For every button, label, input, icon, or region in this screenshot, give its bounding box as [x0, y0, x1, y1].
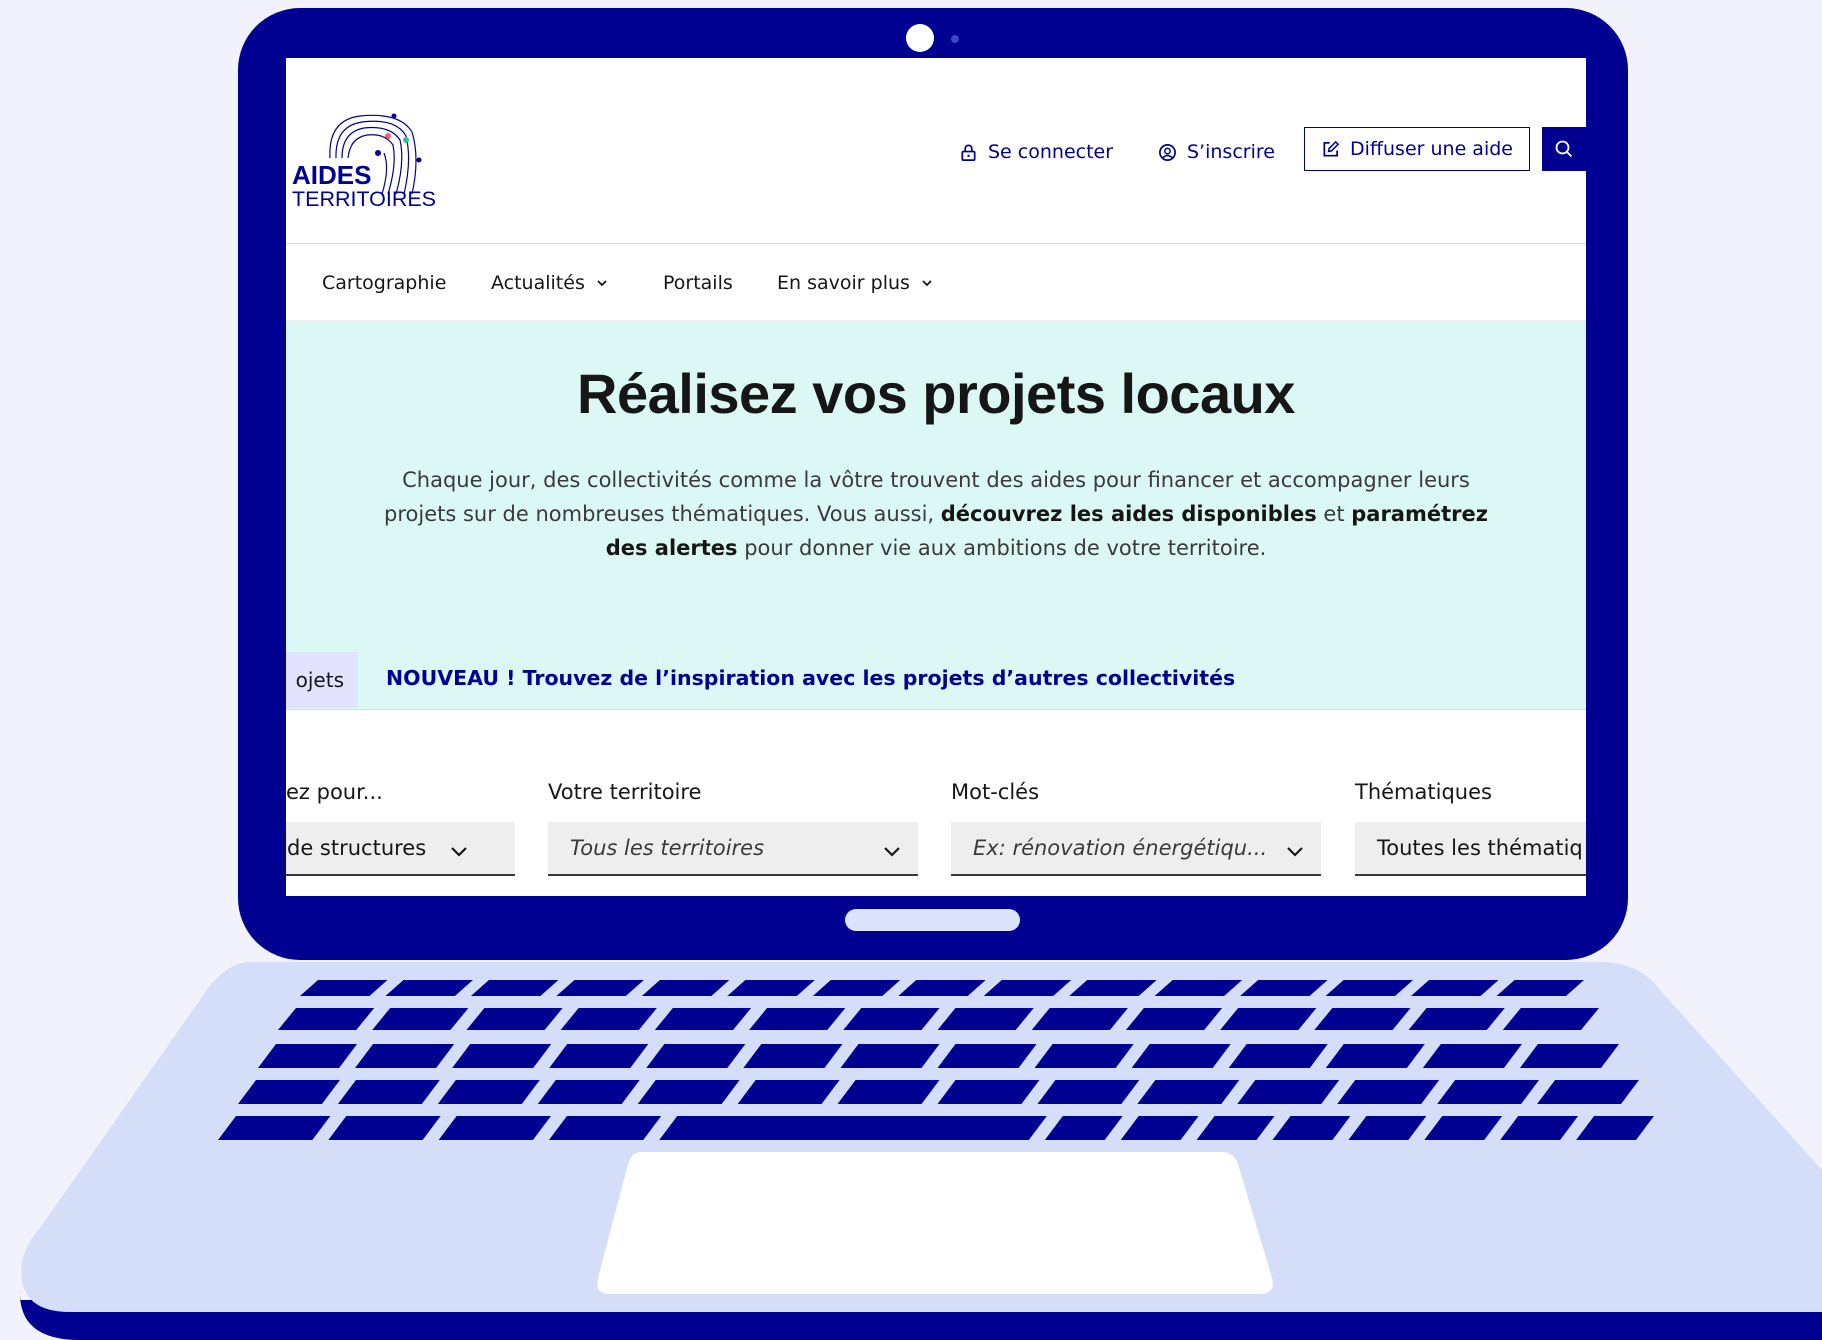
themes-select[interactable]: Toutes les thématiq [1355, 822, 1586, 876]
tab-projets[interactable]: ojets [286, 652, 358, 708]
search-button[interactable] [1542, 127, 1586, 171]
themes-select-value: Toutes les thématiq [1377, 836, 1583, 860]
territory-select-value: Tous les territoires [570, 836, 765, 860]
main-navigation: Cartographie Actualités Portails En savo… [286, 244, 1586, 320]
filter-label-themes: Thématiques [1355, 780, 1492, 804]
trackpad [597, 1152, 1273, 1294]
keyboard-key [548, 1116, 662, 1140]
edit-icon [1323, 140, 1340, 157]
keyboard-key [328, 1116, 441, 1140]
logo-line1: AIDES [292, 160, 371, 190]
tab-inspiration-projects[interactable]: NOUVEAU ! Trouvez de l’inspiration avec … [386, 666, 1235, 690]
chevron-down-icon [1287, 847, 1303, 857]
nav-item-actualites[interactable]: Actualités [491, 270, 609, 296]
hero-text-part3: pour donner vie aux ambitions de votre t… [737, 536, 1267, 560]
nav-item-portails[interactable]: Portails [663, 270, 733, 296]
hero-description: Chaque jour, des collectivités comme la … [376, 463, 1496, 565]
nav-item-label: Cartographie [322, 272, 447, 294]
lock-icon [961, 144, 976, 161]
keyboard-key [218, 1116, 331, 1140]
beneficiary-select[interactable]: de structures [286, 822, 515, 876]
laptop-hinge [845, 909, 1020, 931]
filter-label-territory: Votre territoire [548, 780, 702, 804]
chevron-down-icon [597, 280, 607, 287]
hero-section: Réalisez vos projets locaux Chaque jour,… [286, 321, 1586, 710]
keyboard-key [438, 1116, 551, 1140]
signup-label: S’inscrire [1187, 141, 1275, 163]
filter-label-keywords: Mot-clés [951, 780, 1040, 804]
keyboard-key [659, 1116, 1047, 1140]
camera-icon [906, 24, 934, 52]
login-link[interactable]: Se connecter [959, 134, 1113, 170]
beneficiary-select-value: de structures [287, 836, 427, 860]
chevron-down-icon [922, 280, 932, 287]
nav-item-label: Actualités [491, 272, 585, 294]
hero-text-bold1: découvrez les aides disponibles [940, 502, 1317, 526]
publish-aid-button[interactable]: Diffuser une aide [1304, 127, 1530, 171]
login-label: Se connecter [988, 141, 1114, 163]
aides-territoires-logo[interactable]: AIDES TERRITOIRES [290, 98, 440, 208]
hero-title: Réalisez vos projets locaux [577, 362, 1295, 425]
nav-item-label: Portails [663, 272, 733, 294]
search-icon [1555, 140, 1573, 158]
search-tabs: ojets NOUVEAU ! Trouvez de l’inspiration… [286, 652, 1586, 710]
nav-item-en-savoir-plus[interactable]: En savoir plus [777, 270, 934, 296]
laptop-screen: AIDES TERRITOIRES Se connecter S’inscrir… [286, 58, 1586, 896]
filter-label-beneficiary: ez pour... [286, 780, 383, 804]
tab-projets-label: ojets [295, 668, 344, 692]
keywords-select[interactable]: Ex: rénovation énergétiqu... [951, 822, 1321, 876]
hero-text-part2: et [1316, 502, 1352, 526]
camera-sensor-icon [951, 35, 959, 43]
signup-link[interactable]: S’inscrire [1158, 134, 1275, 170]
chevron-down-icon [451, 847, 467, 857]
logo-line2: TERRITOIRES [292, 188, 436, 208]
keywords-select-value: Ex: rénovation énergétiqu... [973, 836, 1268, 860]
user-circle-icon [1159, 143, 1176, 161]
nav-item-label: En savoir plus [777, 272, 910, 294]
chevron-down-icon [884, 847, 900, 857]
territory-select[interactable]: Tous les territoires [548, 822, 918, 876]
publish-aid-label: Diffuser une aide [1350, 138, 1513, 160]
nav-item-cartographie[interactable]: Cartographie [322, 270, 446, 296]
